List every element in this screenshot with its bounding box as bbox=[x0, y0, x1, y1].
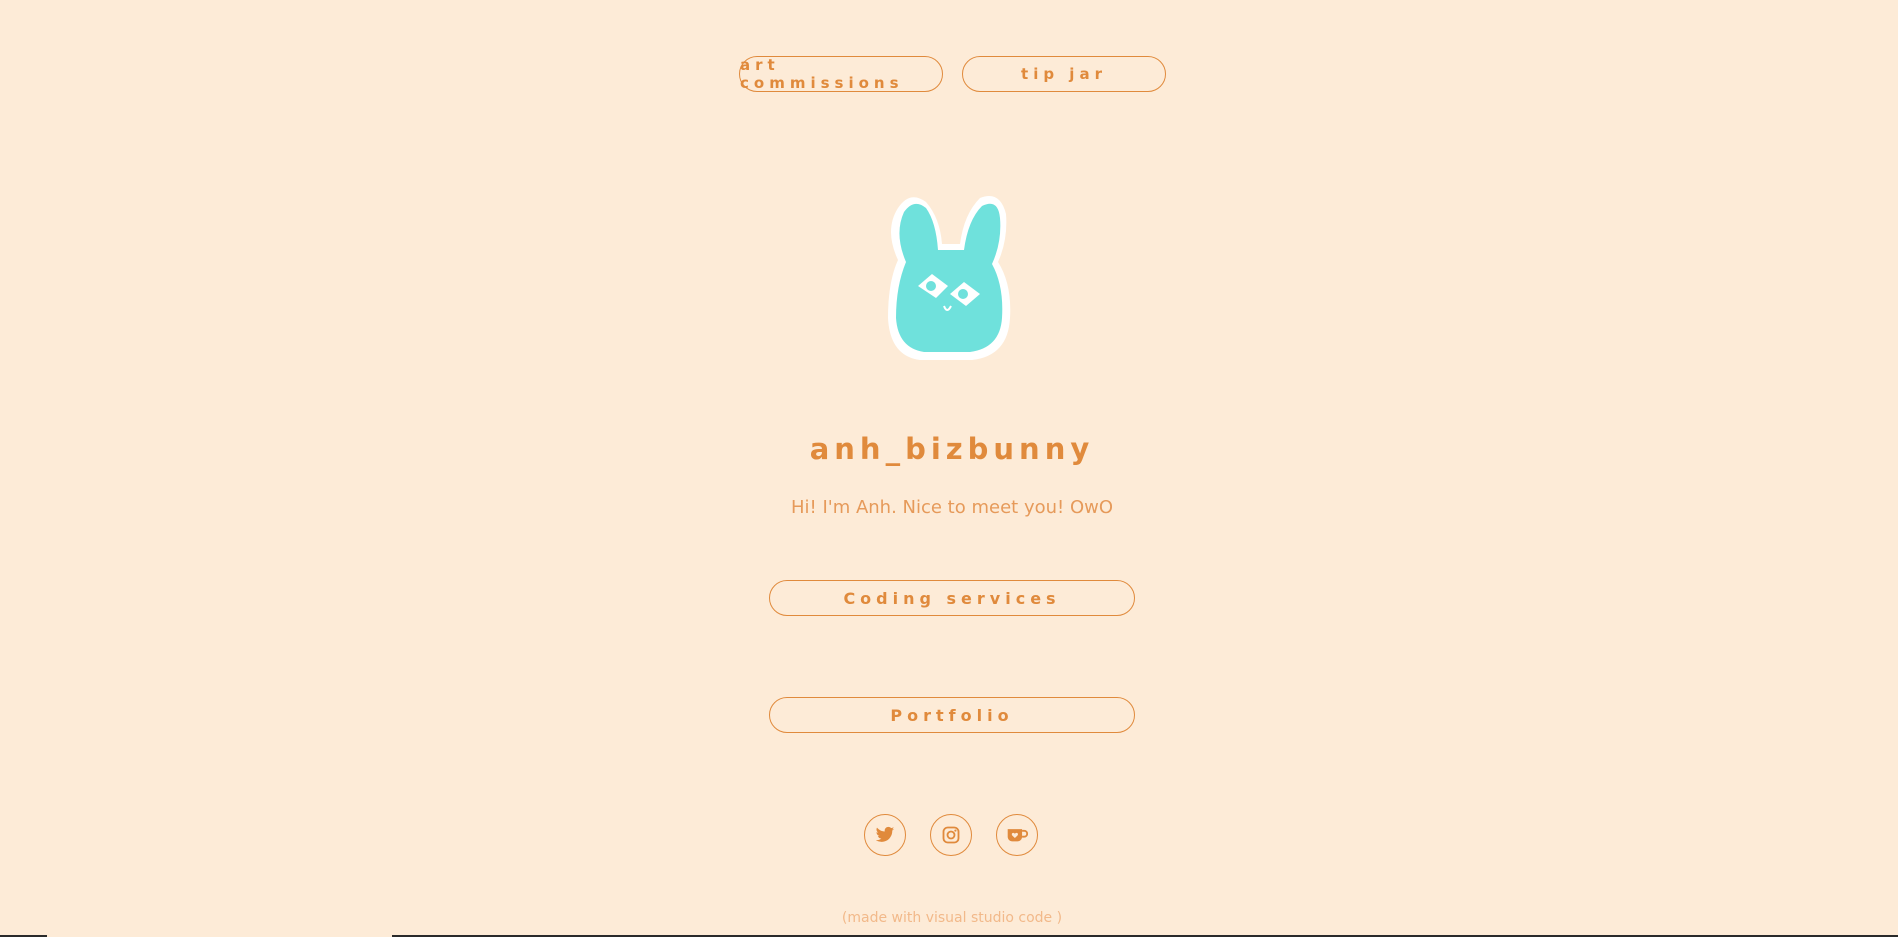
bunny-avatar-icon bbox=[876, 190, 1026, 366]
twitter-link[interactable] bbox=[864, 814, 906, 856]
username: anh_bizbunny bbox=[809, 432, 1095, 466]
portfolio-button[interactable]: Portfolio bbox=[769, 697, 1135, 733]
bio-text: Hi! I'm Anh. Nice to meet you! OwO bbox=[790, 497, 1114, 518]
kofi-icon bbox=[1007, 829, 1028, 842]
social-links bbox=[864, 814, 1038, 856]
kofi-link[interactable] bbox=[996, 814, 1038, 856]
link-in-bio-page: art commissions tip jar anh_bizbunny Hi!… bbox=[0, 0, 1898, 937]
top-nav: art commissions tip jar bbox=[739, 56, 1166, 92]
footer-text: (made with visual studio code ) bbox=[841, 910, 1063, 926]
tip-jar-button[interactable]: tip jar bbox=[962, 56, 1166, 92]
instagram-icon bbox=[942, 826, 960, 844]
art-commissions-button[interactable]: art commissions bbox=[739, 56, 943, 92]
instagram-link[interactable] bbox=[930, 814, 972, 856]
twitter-icon bbox=[875, 826, 895, 842]
coding-services-button[interactable]: Coding services bbox=[769, 580, 1135, 616]
